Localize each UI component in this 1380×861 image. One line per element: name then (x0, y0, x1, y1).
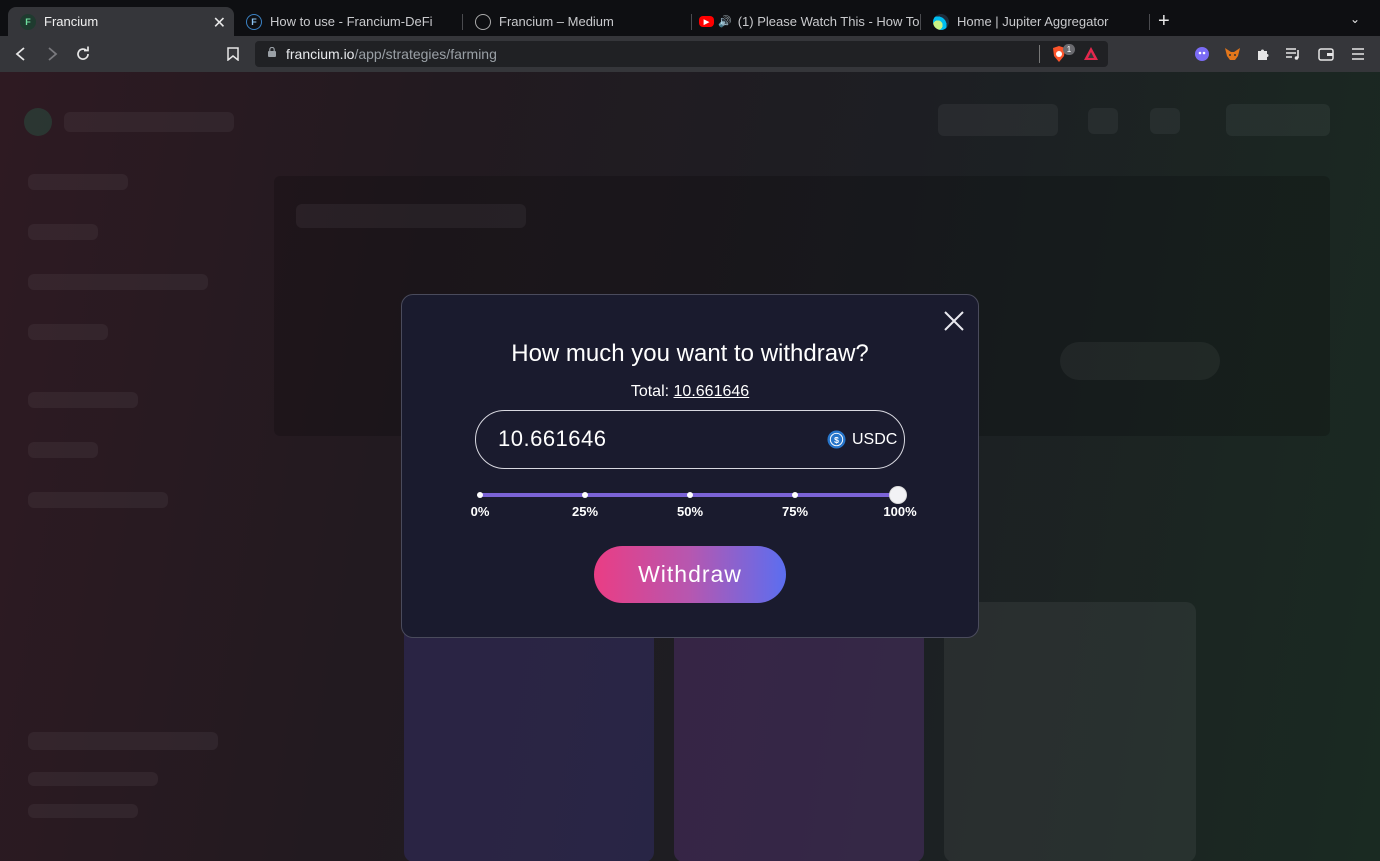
sidebar-item (28, 224, 98, 240)
withdraw-button[interactable]: Withdraw (594, 546, 786, 603)
wallet-icon[interactable] (1317, 45, 1335, 63)
slider-stop-label: 0% (470, 504, 490, 519)
slider-stop-label: 75% (781, 504, 809, 519)
total-value-link[interactable]: 10.661646 (674, 383, 750, 400)
media-playlist-icon[interactable] (1284, 45, 1302, 63)
header-icon (1150, 108, 1180, 134)
globe-icon (475, 13, 491, 30)
tab-medium[interactable]: Francium – Medium (463, 7, 691, 36)
percentage-slider[interactable] (477, 487, 906, 503)
close-icon[interactable] (942, 309, 966, 333)
sidebar-item (28, 324, 108, 340)
strategy-card (674, 602, 924, 861)
portfolio-title (296, 204, 526, 228)
usdc-icon: $ (827, 430, 846, 449)
francium-favicon-icon: F (246, 13, 262, 30)
slider-stop[interactable] (792, 492, 798, 498)
lock-icon (268, 47, 276, 57)
token-label: $ USDC (827, 430, 897, 449)
tab-title: Francium – Medium (499, 14, 614, 29)
new-tab-icon[interactable]: + (1158, 10, 1170, 33)
brave-rewards-icon[interactable] (1082, 45, 1100, 63)
slider-stop-label: 100% (883, 504, 917, 519)
speaker-icon[interactable]: 🔊 (718, 15, 732, 28)
address-bar[interactable]: francium.io/app/strategies/farming (255, 41, 1108, 67)
tab-how-to-use[interactable]: F How to use - Francium-DeFi (234, 7, 462, 36)
francium-favicon-icon: F (20, 13, 36, 30)
divider (1039, 45, 1040, 63)
network-selector (938, 104, 1058, 136)
sidebar-item (28, 174, 128, 190)
reload-icon[interactable] (74, 45, 92, 63)
tab-francium[interactable]: F Francium ✕ (8, 7, 234, 36)
total-label: Total: (630, 383, 670, 400)
slider-stop[interactable] (687, 492, 693, 498)
sidebar-item (28, 274, 208, 290)
token-symbol: USDC (852, 430, 898, 448)
sidebar-item (28, 442, 98, 458)
extensions-puzzle-icon[interactable] (1254, 45, 1272, 63)
sidebar-footer (28, 772, 158, 786)
logo (24, 108, 52, 136)
shields-badge: 1 (1063, 44, 1075, 55)
tab-title: (1) Please Watch This - How To ( (737, 14, 920, 29)
tab-title: How to use - Francium-DeFi (270, 14, 433, 29)
menu-icon[interactable] (1349, 45, 1367, 63)
panel-button (1060, 342, 1220, 380)
sidebar-item (28, 392, 138, 408)
slider-stop[interactable] (582, 492, 588, 498)
slider-stop-label: 50% (676, 504, 704, 519)
sidebar-footer (28, 804, 138, 818)
chevron-down-icon[interactable]: ⌄ (1350, 12, 1360, 26)
wallet-button (1226, 104, 1330, 136)
slider-stop-label: 25% (571, 504, 599, 519)
social-links (28, 732, 218, 750)
tab-separator (1149, 14, 1150, 30)
tab-jupiter[interactable]: Home | Jupiter Aggregator (921, 7, 1149, 36)
slider-thumb[interactable] (890, 487, 906, 503)
tab-title: Francium (44, 14, 99, 29)
brand-name (64, 112, 234, 132)
jupiter-icon (933, 13, 949, 30)
svg-text:$: $ (834, 435, 839, 445)
url-path: /app/strategies/farming (354, 46, 497, 62)
back-icon[interactable] (12, 45, 30, 63)
youtube-icon: ▶ (699, 16, 714, 27)
url-text: francium.io/app/strategies/farming (286, 46, 497, 62)
url-host: francium.io (286, 46, 355, 62)
slider-stop[interactable] (477, 492, 483, 498)
header-icon (1088, 108, 1118, 134)
browser-tab-bar: F Francium ✕ F How to use - Francium-DeF… (0, 0, 1380, 36)
forward-icon[interactable] (43, 45, 61, 63)
amount-input[interactable] (498, 425, 798, 453)
strategy-card (944, 602, 1196, 861)
total-balance: Total: 10.661646 (401, 383, 979, 401)
close-icon[interactable]: ✕ (213, 13, 226, 33)
wallet-extension-icon[interactable] (1193, 45, 1211, 63)
sidebar-item (28, 492, 168, 508)
tab-youtube[interactable]: ▶ 🔊 (1) Please Watch This - How To ( (692, 7, 920, 36)
tab-title: Home | Jupiter Aggregator (957, 14, 1109, 29)
strategy-card (404, 602, 654, 861)
modal-title: How much you want to withdraw? (511, 340, 869, 367)
bookmark-icon[interactable] (224, 45, 242, 63)
amount-field: $ USDC (475, 410, 905, 469)
metamask-icon[interactable] (1223, 45, 1241, 63)
